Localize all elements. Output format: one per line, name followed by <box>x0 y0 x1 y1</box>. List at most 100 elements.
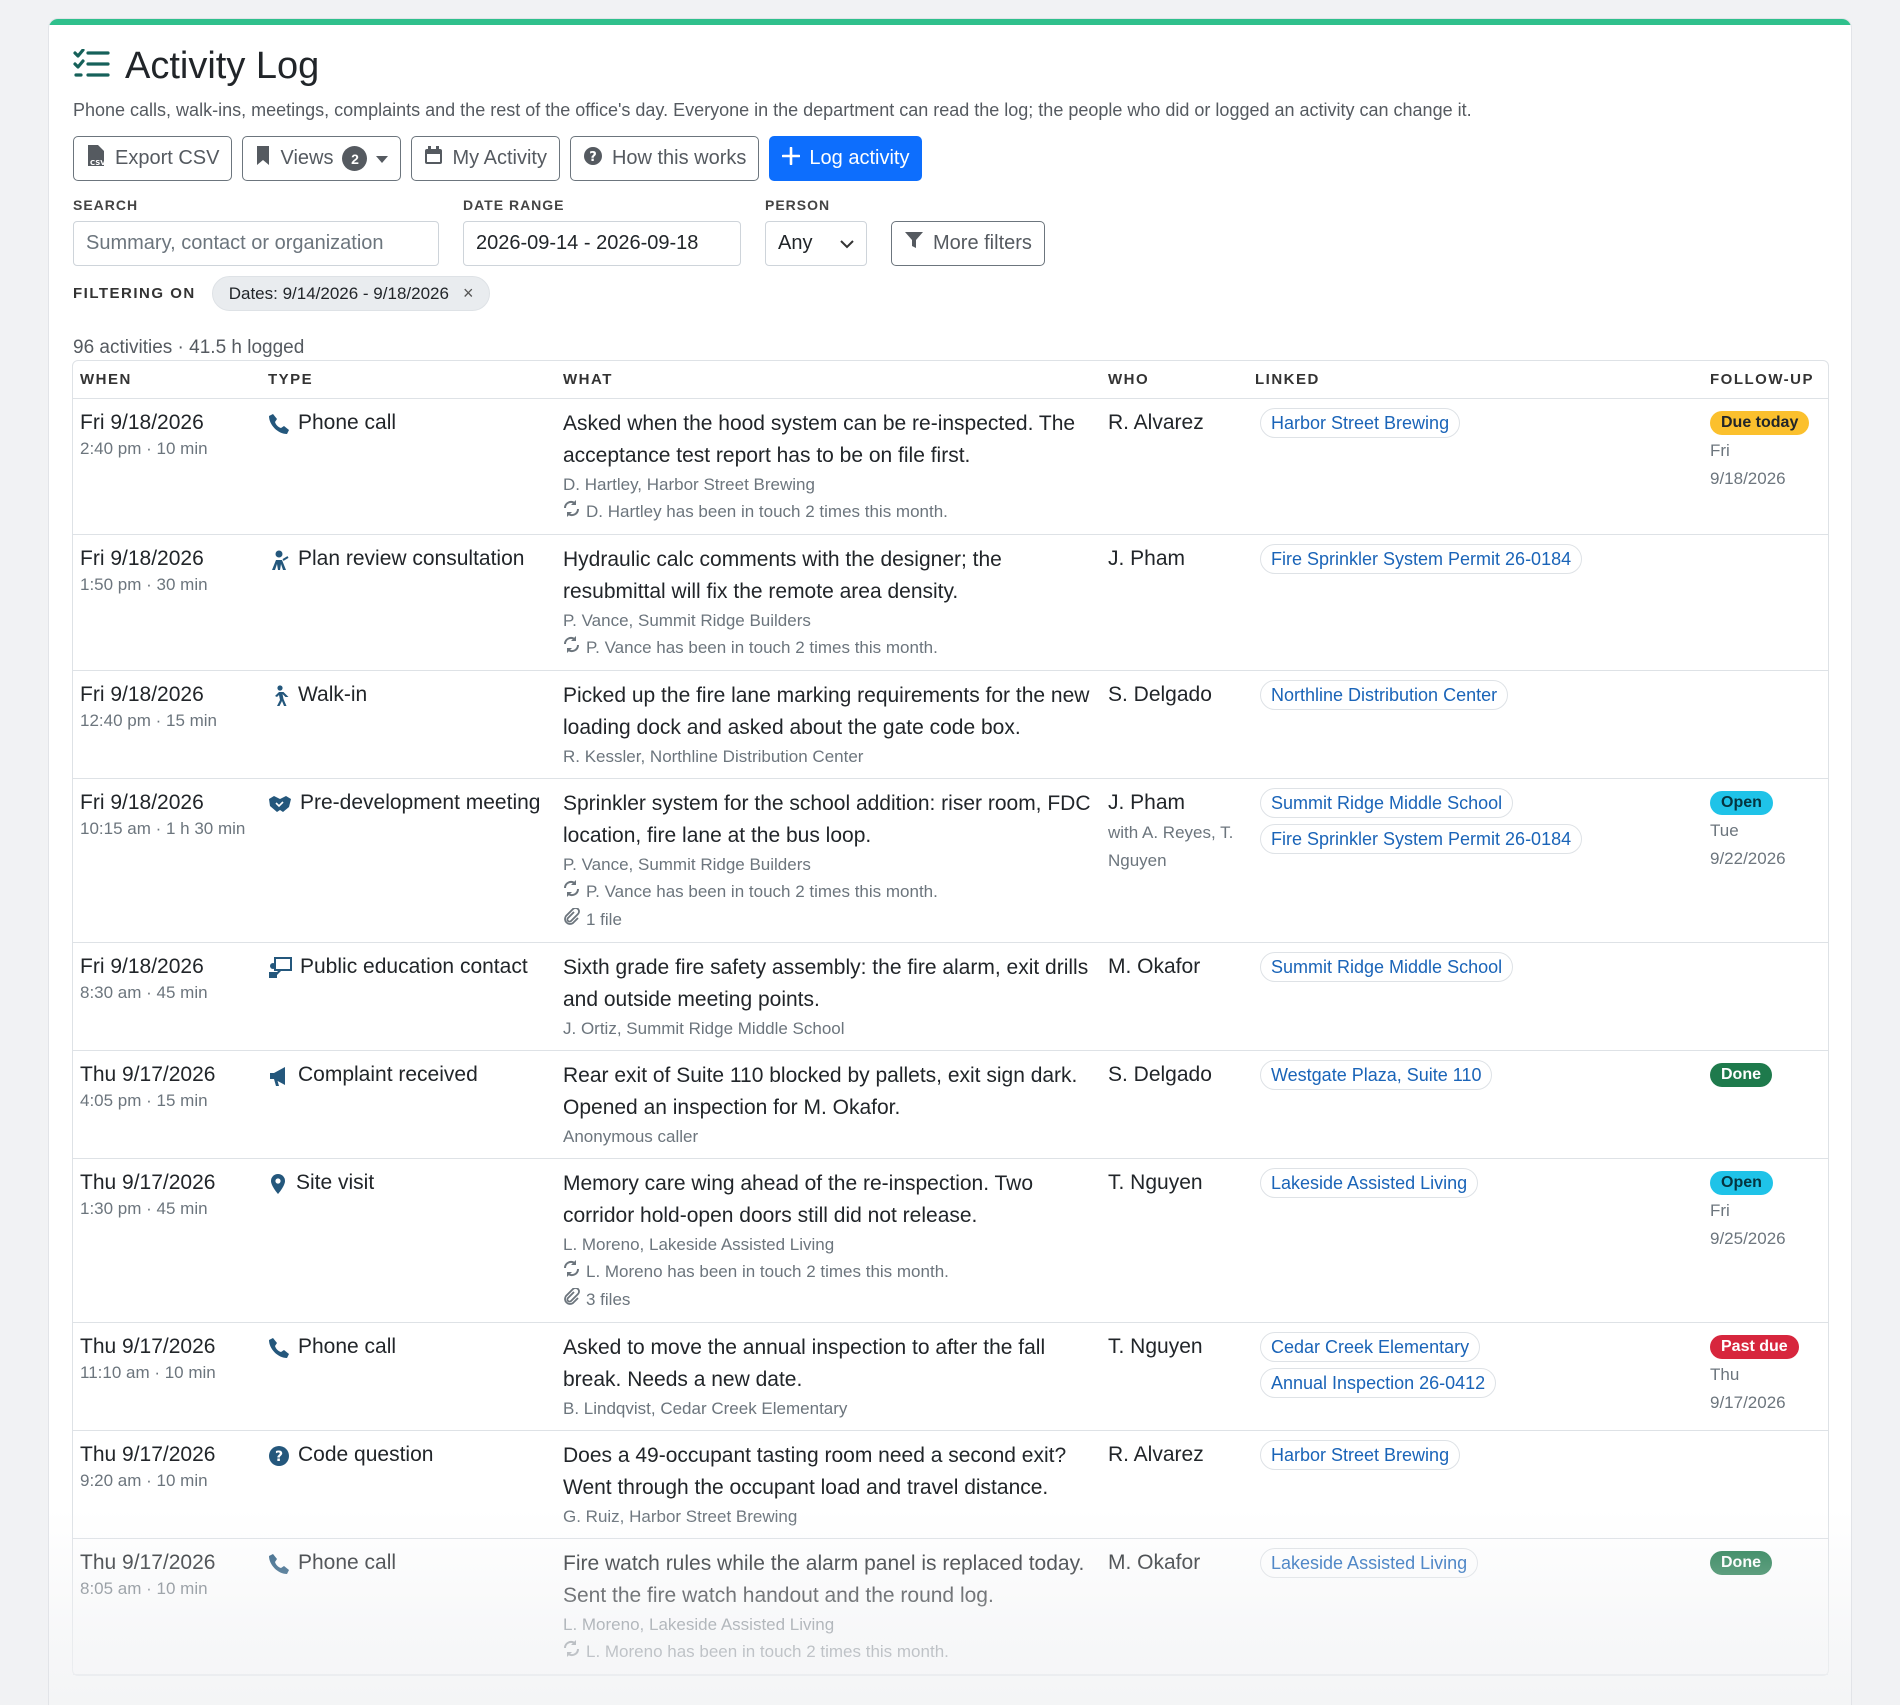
activity-contact: L. Moreno, Lakeside Assisted Living <box>563 1235 835 1254</box>
linked-cell: Fire Sprinkler System Permit 26-0184 <box>1248 544 1703 670</box>
table-row[interactable]: Fri 9/18/2026 2:40 pm · 10 min Phone cal… <box>73 399 1828 535</box>
views-dropdown-button[interactable]: Views 2 <box>242 136 402 181</box>
table-row[interactable]: Thu 9/17/2026 11:10 am · 10 min Phone ca… <box>73 1323 1828 1431</box>
activity-contact: B. Lindqvist, Cedar Creek Elementary <box>563 1399 848 1418</box>
my-activity-button[interactable]: My Activity <box>411 136 560 181</box>
linked-record-chip[interactable]: Annual Inspection 26-0412 <box>1260 1368 1497 1398</box>
close-icon[interactable]: × <box>463 283 474 304</box>
follow-up-cell <box>1703 952 1828 1050</box>
follow-up-cell <box>1703 544 1828 670</box>
linked-record-chip[interactable]: Cedar Creek Elementary <box>1260 1332 1481 1362</box>
table-row[interactable]: Thu 9/17/2026 1:30 pm · 45 min Site visi… <box>73 1159 1828 1323</box>
activity-date: Thu 9/17/2026 <box>80 1335 216 1358</box>
log-activity-label: Log activity <box>809 147 910 169</box>
activity-summary[interactable]: Rear exit of Suite 110 blocked by pallet… <box>563 1060 1101 1124</box>
when-cell: Thu 9/17/2026 8:05 am · 10 min <box>73 1548 261 1674</box>
table-row[interactable]: Thu 9/17/2026 4:05 pm · 15 min Complaint… <box>73 1051 1828 1159</box>
contact-history-text: L. Moreno has been in touch 2 times this… <box>586 1262 949 1281</box>
activity-summary[interactable]: Sixth grade fire safety assembly: the fi… <box>563 952 1101 1016</box>
more-filters-button[interactable]: More filters <box>891 221 1045 266</box>
calendar-icon <box>424 146 443 171</box>
contact-history-note: D. Hartley has been in touch 2 times thi… <box>563 498 1101 526</box>
svg-text:?: ? <box>589 150 597 165</box>
linked-record-chip[interactable]: Fire Sprinkler System Permit 26-0184 <box>1260 824 1583 854</box>
column-header-type[interactable]: TYPE <box>261 371 556 388</box>
follow-up-status-badge: Due today <box>1710 411 1810 435</box>
search-input[interactable]: Summary, contact or organization <box>73 221 439 266</box>
linked-record-chip[interactable]: Harbor Street Brewing <box>1260 408 1461 438</box>
activity-summary[interactable]: Asked to move the annual inspection to a… <box>563 1332 1101 1396</box>
person-value: Any <box>778 232 813 254</box>
activity-summary[interactable]: Does a 49-occupant tasting room need a s… <box>563 1440 1101 1504</box>
activity-contact: Anonymous caller <box>563 1127 699 1146</box>
linked-record-chip[interactable]: Lakeside Assisted Living <box>1260 1168 1479 1198</box>
linked-record-chip[interactable]: Northline Distribution Center <box>1260 680 1509 710</box>
date-range-input[interactable]: 2026-09-14 - 2026-09-18 <box>463 221 741 266</box>
person-select[interactable]: Any <box>765 221 867 266</box>
activity-type: Pre-development meeting <box>300 791 541 814</box>
table-row[interactable]: Thu 9/17/2026 8:05 am · 10 min Phone cal… <box>73 1539 1828 1675</box>
activity-contact: P. Vance, Summit Ridge Builders <box>563 855 811 874</box>
linked-record-chip[interactable]: Summit Ridge Middle School <box>1260 952 1514 982</box>
linked-cell: Cedar Creek Elementary Annual Inspection … <box>1248 1332 1703 1430</box>
more-filters-label: More filters <box>933 232 1032 254</box>
linked-record-chip[interactable]: Westgate Plaza, Suite 110 <box>1260 1060 1493 1090</box>
table-row[interactable]: Fri 9/18/2026 8:30 am · 45 min Public ed… <box>73 943 1828 1051</box>
activity-summary[interactable]: Hydraulic calc comments with the designe… <box>563 544 1101 608</box>
follow-up-day: Thu <box>1710 1365 1740 1384</box>
follow-up-cell: Done <box>1703 1548 1828 1674</box>
search-label: SEARCH <box>73 197 139 213</box>
who-cell: R. Alvarez <box>1101 408 1248 534</box>
linked-record-chip[interactable]: Lakeside Assisted Living <box>1260 1548 1479 1578</box>
column-header-follow-up[interactable]: FOLLOW-UP <box>1703 371 1828 388</box>
date-range-label: DATE RANGE <box>463 197 565 213</box>
log-activity-button[interactable]: Log activity <box>769 136 923 181</box>
activity-person: J. Pham <box>1108 791 1186 814</box>
table-row[interactable]: Thu 9/17/2026 9:20 am · 10 min ? Code que… <box>73 1431 1828 1539</box>
activity-person: M. Okafor <box>1108 955 1201 978</box>
phone-icon <box>268 1332 290 1368</box>
export-csv-button[interactable]: CSV Export CSV <box>73 136 233 181</box>
activity-summary[interactable]: Asked when the hood system can be re-ins… <box>563 408 1101 472</box>
date-filter-chip-label: Dates: 9/14/2026 - 9/18/2026 <box>228 283 449 303</box>
type-cell: Phone call <box>261 1332 556 1430</box>
activity-summary[interactable]: Picked up the fire lane marking requirem… <box>563 680 1101 744</box>
activity-person: M. Okafor <box>1108 1551 1201 1574</box>
how-this-works-button[interactable]: ? How this works <box>569 136 760 181</box>
linked-record-chip[interactable]: Fire Sprinkler System Permit 26-0184 <box>1260 544 1583 574</box>
follow-up-cell <box>1703 1440 1828 1538</box>
person-group: PERSON Any <box>765 197 867 266</box>
follow-up-date: 9/25/2026 <box>1710 1229 1786 1248</box>
column-header-who[interactable]: WHO <box>1101 371 1248 388</box>
type-cell: Phone call <box>261 408 556 534</box>
activity-time-duration: 1:30 pm · 45 min <box>80 1199 208 1218</box>
activity-summary[interactable]: Sprinkler system for the school addition… <box>563 788 1101 852</box>
attachments-note[interactable]: 3 files <box>563 1286 1101 1314</box>
activity-summary[interactable]: Fire watch rules while the alarm panel i… <box>563 1548 1101 1612</box>
page-subtitle: Phone calls, walk-ins, meetings, complai… <box>73 100 1472 120</box>
when-cell: Fri 9/18/2026 1:50 pm · 30 min <box>73 544 261 670</box>
linked-record-chip[interactable]: Summit Ridge Middle School <box>1260 788 1514 818</box>
how-this-works-label: How this works <box>611 147 747 169</box>
linked-record-chip[interactable]: Harbor Street Brewing <box>1260 1440 1461 1470</box>
attachments-note[interactable]: 1 file <box>563 906 1101 934</box>
table-row[interactable]: Fri 9/18/2026 1:50 pm · 30 min Plan revi… <box>73 535 1828 671</box>
column-header-linked[interactable]: LINKED <box>1248 371 1703 388</box>
activity-date: Thu 9/17/2026 <box>80 1443 216 1466</box>
filter-bar: SEARCH Summary, contact or organization … <box>73 197 1045 266</box>
checklist-icon <box>73 48 111 84</box>
when-cell: Fri 9/18/2026 12:40 pm · 15 min <box>73 680 261 778</box>
attachments-count: 3 files <box>586 1290 631 1309</box>
activity-summary[interactable]: Memory care wing ahead of the re-inspect… <box>563 1168 1101 1232</box>
table-row[interactable]: Fri 9/18/2026 12:40 pm · 15 min Walk-in … <box>73 671 1828 779</box>
active-filters: FILTERING ON Dates: 9/14/2026 - 9/18/202… <box>73 276 491 311</box>
search-group: SEARCH Summary, contact or organization <box>73 197 439 266</box>
column-header-when[interactable]: WHEN <box>73 371 261 388</box>
contact-history-note: L. Moreno has been in touch 2 times this… <box>563 1258 1101 1286</box>
table-row[interactable]: Fri 9/18/2026 10:15 am · 1 h 30 min Pre-… <box>73 779 1828 943</box>
phone-icon <box>268 1548 290 1584</box>
column-header-what[interactable]: WHAT <box>556 371 1101 388</box>
repeat-icon <box>563 878 580 906</box>
follow-up-date: 9/18/2026 <box>1710 469 1786 488</box>
contact-history-note: P. Vance has been in touch 2 times this … <box>563 634 1101 662</box>
